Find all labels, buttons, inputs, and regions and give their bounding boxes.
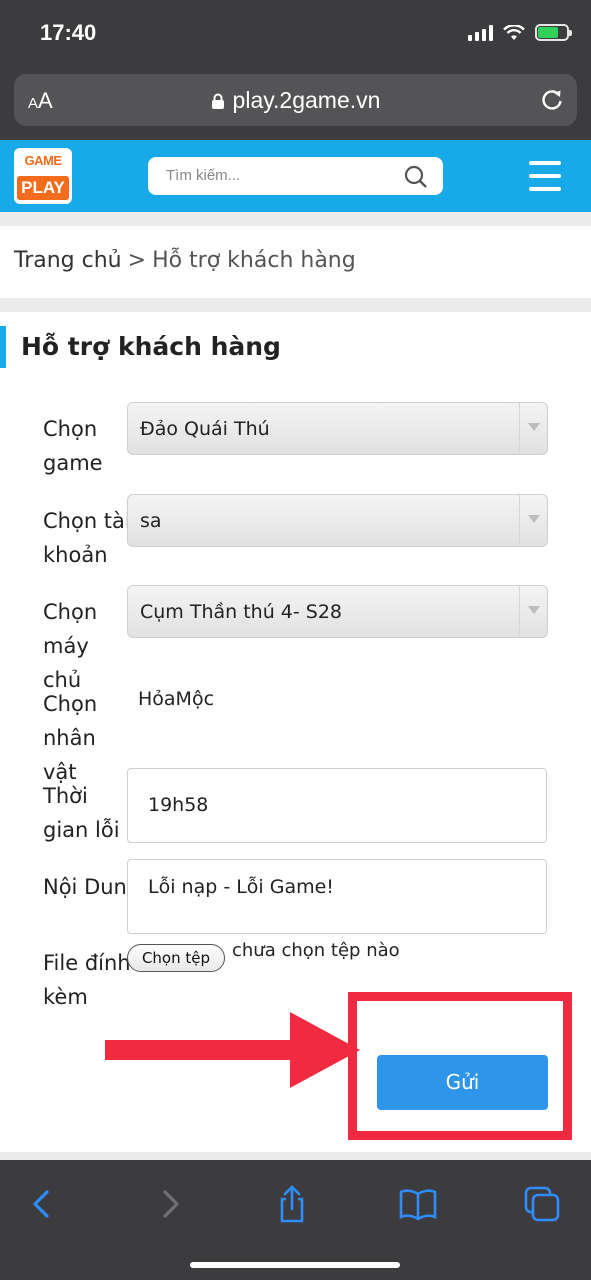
tabs-icon[interactable] xyxy=(522,1184,562,1224)
menu-icon[interactable] xyxy=(529,161,561,191)
breadcrumb-separator: > xyxy=(127,248,147,273)
status-icons xyxy=(468,24,572,41)
content-textarea[interactable]: Lỗi nạp - Lỗi Game! xyxy=(127,859,547,934)
battery-icon xyxy=(535,24,572,41)
arrow-right-icon xyxy=(105,1012,360,1088)
site-header: GAME PLAY Tìm kiếm... xyxy=(0,140,591,212)
server-label: Chọn máy chủ xyxy=(43,600,98,692)
submit-button[interactable]: Gửi xyxy=(377,1055,548,1110)
reload-icon[interactable] xyxy=(539,86,565,112)
url-bar[interactable]: AA play.2game.vn xyxy=(14,74,577,126)
chevron-down-icon xyxy=(519,403,547,454)
search-placeholder: Tìm kiếm... xyxy=(166,167,241,184)
breadcrumb-current: Hỗ trợ khách hàng xyxy=(152,248,356,273)
search-icon[interactable] xyxy=(403,164,429,190)
game-select[interactable]: Đảo Quái Thú xyxy=(127,402,548,455)
browser-chrome: 17:40 AA play.2game.vn xyxy=(0,0,591,140)
wifi-icon xyxy=(503,24,525,40)
account-select-value: sa xyxy=(140,510,162,532)
content-textarea-value: Lỗi nạp - Lỗi Game! xyxy=(148,876,334,898)
url-text[interactable]: play.2game.vn xyxy=(233,87,381,113)
status-time: 17:40 xyxy=(40,20,97,45)
breadcrumb-home[interactable]: Trang chủ xyxy=(14,248,122,273)
attachment-label: File đính kèm xyxy=(43,951,131,1009)
character-value: HỏaMộc xyxy=(138,688,215,710)
character-label: Chọn nhân vật xyxy=(43,692,98,784)
no-file-text: chưa chọn tệp nào xyxy=(232,940,400,961)
search-input[interactable]: Tìm kiếm... xyxy=(148,157,443,195)
forward-icon[interactable] xyxy=(150,1184,190,1224)
chevron-down-icon xyxy=(519,495,547,546)
cellular-signal-icon xyxy=(468,24,493,41)
account-select[interactable]: sa xyxy=(127,494,548,547)
time-input-value: 19h58 xyxy=(148,794,209,816)
game-label: Chọn game xyxy=(43,417,103,475)
time-input[interactable]: 19h58 xyxy=(127,768,547,843)
account-label: Chọn tài khoản xyxy=(43,509,131,567)
game-select-value: Đảo Quái Thú xyxy=(140,418,270,440)
lock-icon xyxy=(211,93,224,109)
server-select-value: Cụm Thần thú 4- S28 xyxy=(140,601,343,623)
share-icon[interactable] xyxy=(272,1184,312,1224)
chevron-down-icon xyxy=(519,586,547,637)
time-label: Thời gian lỗi xyxy=(43,784,120,842)
home-indicator xyxy=(190,1262,400,1268)
site-logo[interactable]: GAME PLAY xyxy=(14,148,72,204)
page-title: Hỗ trợ khách hàng xyxy=(0,326,281,368)
choose-file-button[interactable]: Chọn tệp xyxy=(127,944,225,972)
server-select[interactable]: Cụm Thần thú 4- S28 xyxy=(127,585,548,638)
support-form-panel: Hỗ trợ khách hàng Chọn game Đảo Quái Thú… xyxy=(0,312,591,1152)
breadcrumb: Trang chủ > Hỗ trợ khách hàng xyxy=(0,226,591,298)
back-icon[interactable] xyxy=(22,1184,62,1224)
bookmarks-icon[interactable] xyxy=(398,1184,438,1224)
